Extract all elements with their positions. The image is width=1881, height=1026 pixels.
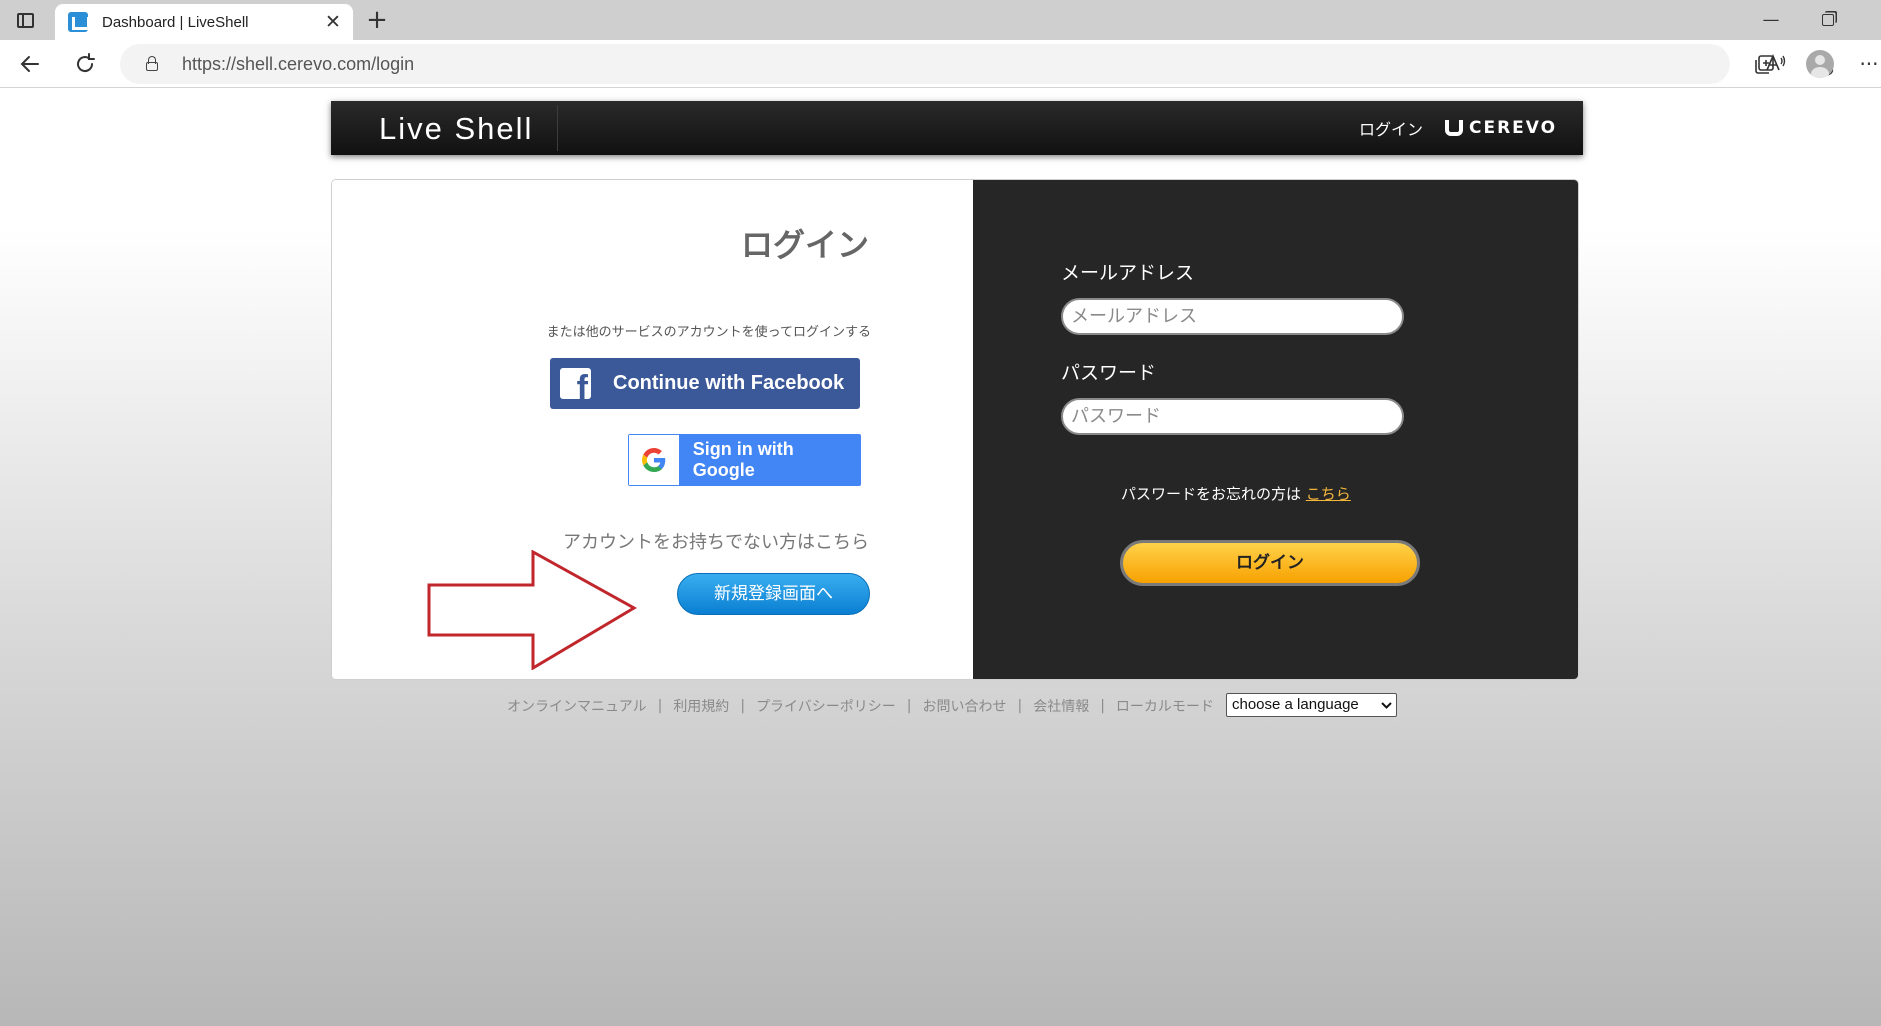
site-header: Live Shell ログイン CEREVO [331, 101, 1583, 155]
address-bar-row: https://shell.cerevo.com/login ··· [0, 40, 1881, 88]
email-field[interactable] [1061, 298, 1404, 335]
tab-actions-icon [16, 12, 34, 28]
password-field[interactable] [1061, 398, 1404, 435]
forgot-password-link[interactable]: こちら [1306, 485, 1351, 503]
cerevo-logo[interactable]: CEREVO [1445, 117, 1557, 139]
page-content: Live Shell ログイン CEREVO ログイン または他のサービスのアカ… [0, 89, 1881, 1026]
footer-link-contact[interactable]: お問い合わせ [922, 696, 1006, 716]
footer-links: オンラインマニュアル | 利用規約 | プライバシーポリシー | お問い合わせ … [507, 693, 1241, 719]
facebook-icon [560, 368, 591, 399]
language-select-value: choose a language [1232, 696, 1359, 713]
minimize-button[interactable]: — [1748, 6, 1794, 34]
register-button[interactable]: 新規登録画面へ [677, 573, 870, 615]
facebook-login-label: Continue with Facebook [613, 372, 845, 394]
facebook-login-button[interactable]: Continue with Facebook [550, 358, 860, 409]
language-select[interactable]: choose a language [1226, 693, 1397, 717]
footer-separator: | [740, 698, 746, 714]
header-login-link[interactable]: ログイン [1359, 116, 1423, 140]
footer-link-manual[interactable]: オンラインマニュアル [507, 696, 647, 716]
forgot-password-text: パスワードをお忘れの方は [1121, 485, 1302, 503]
email-login-panel: メールアドレス パスワード パスワードをお忘れの方は こちら ログイン [973, 180, 1578, 679]
reload-icon [77, 53, 95, 73]
cerevo-mark-icon [1445, 118, 1463, 138]
url-text[interactable]: https://shell.cerevo.com/login [182, 54, 414, 75]
login-submit-button[interactable]: ログイン [1120, 540, 1420, 586]
footer-separator: | [657, 698, 663, 714]
google-login-button[interactable]: Sign in with Google [628, 434, 861, 486]
chevron-down-icon [1381, 694, 1392, 723]
profile-avatar-icon[interactable] [1806, 50, 1834, 78]
cerevo-wordmark: CEREVO [1469, 118, 1558, 138]
header-divider [557, 105, 558, 151]
forgot-password-row: パスワードをお忘れの方は こちら [973, 483, 1578, 504]
collections-icon[interactable] [1748, 48, 1780, 80]
back-button[interactable] [14, 48, 46, 80]
social-login-panel: ログイン または他のサービスのアカウントを使ってログインする Continue … [332, 180, 973, 679]
more-menu-icon[interactable]: ··· [1857, 48, 1881, 80]
tab-title: Dashboard | LiveShell [102, 13, 249, 31]
reload-button[interactable] [69, 48, 101, 80]
footer-link-local-mode[interactable]: ローカルモード [1116, 696, 1214, 716]
red-arrow-annotation [427, 550, 638, 670]
footer-separator: | [1100, 698, 1105, 714]
restore-button[interactable] [1805, 6, 1851, 34]
tab-close-icon[interactable]: ✕ [319, 11, 347, 33]
google-login-label: Sign in with Google [692, 439, 794, 480]
liveshell-logo[interactable]: Live Shell [379, 111, 533, 147]
footer-link-company[interactable]: 会社情報 [1033, 696, 1089, 716]
password-label: パスワード [1061, 362, 1157, 384]
login-card: ログイン または他のサービスのアカウントを使ってログインする Continue … [331, 179, 1579, 680]
lock-icon[interactable] [146, 56, 158, 71]
restore-icon [1822, 14, 1834, 26]
google-icon [629, 435, 679, 485]
footer-separator: | [906, 698, 912, 714]
footer-link-terms[interactable]: 利用規約 [673, 696, 729, 716]
email-label: メールアドレス [1061, 262, 1195, 284]
browser-tab[interactable]: Dashboard | LiveShell ✕ [55, 4, 353, 40]
new-tab-button[interactable]: + [362, 5, 392, 35]
tab-actions-button[interactable] [10, 8, 40, 32]
footer-link-privacy[interactable]: プライバシーポリシー [756, 696, 896, 716]
browser-tab-bar: Dashboard | LiveShell ✕ + — [0, 0, 1881, 40]
alt-login-description: または他のサービスのアカウントを使ってログインする [546, 325, 871, 340]
footer-separator: | [1017, 698, 1023, 714]
page-title: ログイン [740, 226, 869, 264]
liveshell-favicon-icon [68, 12, 88, 32]
url-field[interactable]: https://shell.cerevo.com/login [120, 44, 1834, 84]
back-arrow-icon [20, 56, 39, 72]
